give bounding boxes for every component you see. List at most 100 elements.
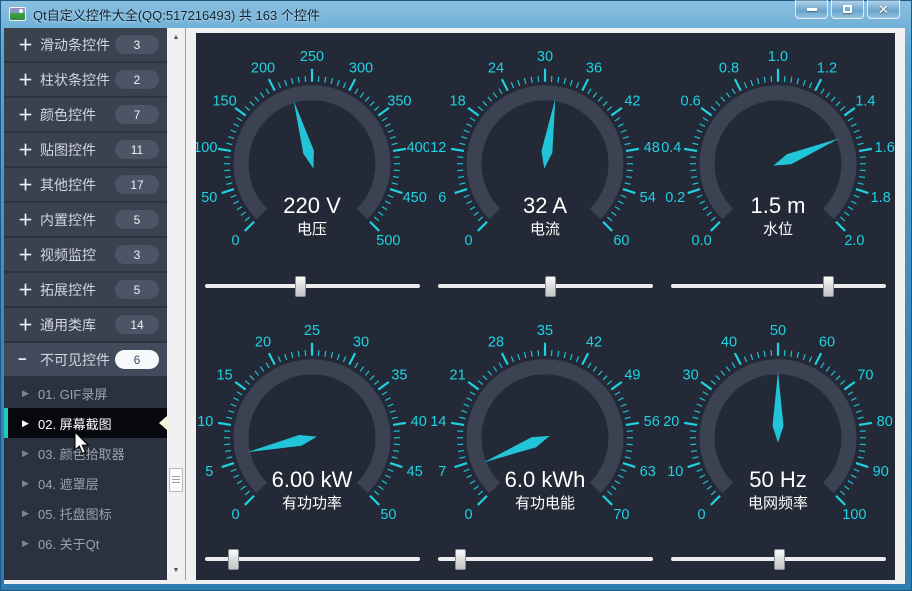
expand-icon: ＋ [18, 34, 40, 55]
window-title: Qt自定义控件大全(QQ:517216493) 共 163 个控件 [33, 5, 320, 24]
sidebar-group-10[interactable]: −不可见控件6 [4, 343, 167, 378]
svg-text:60: 60 [613, 233, 629, 249]
slider-handle[interactable] [455, 549, 466, 570]
count-badge: 3 [115, 245, 159, 264]
svg-text:30: 30 [683, 367, 699, 383]
slider-track[interactable] [438, 557, 653, 561]
gauge-value: 50 Hz [749, 466, 806, 491]
slider-voltage[interactable] [196, 265, 429, 307]
slider-handle[interactable] [295, 276, 306, 297]
svg-text:60: 60 [819, 334, 835, 350]
minimize-button[interactable] [795, 0, 828, 19]
svg-text:63: 63 [640, 464, 656, 480]
slider-current[interactable] [429, 265, 662, 307]
svg-text:1.4: 1.4 [855, 93, 875, 109]
slider-water-level[interactable] [662, 265, 895, 307]
item-arrow-icon: ▶ [22, 478, 38, 489]
slider-handle[interactable] [228, 549, 239, 570]
svg-text:35: 35 [391, 367, 407, 383]
slider-track[interactable] [205, 557, 420, 561]
titlebar: Qt自定义控件大全(QQ:517216493) 共 163 个控件 ✕ [0, 0, 912, 28]
svg-text:0.4: 0.4 [662, 140, 681, 156]
close-button[interactable]: ✕ [867, 0, 900, 19]
gauge-name: 有功功率 [282, 494, 342, 511]
slider-grid-frequency[interactable] [662, 538, 895, 580]
svg-text:42: 42 [586, 334, 602, 350]
slider-handle[interactable] [774, 549, 785, 570]
count-badge: 2 [115, 70, 159, 89]
svg-text:70: 70 [857, 367, 873, 383]
sidebar-group-1[interactable]: ＋滑动条控件3 [4, 28, 167, 63]
svg-text:90: 90 [873, 464, 889, 480]
item-arrow-icon: ▶ [22, 538, 38, 549]
svg-text:1.0: 1.0 [768, 49, 788, 65]
sidebar-item-6[interactable]: ▶06. 关于Qt [4, 528, 167, 558]
count-badge: 14 [115, 315, 159, 334]
expand-icon: ＋ [18, 174, 40, 195]
gauge-active-power: 051015202530354045506.00 kW有功功率 [196, 307, 429, 539]
svg-text:70: 70 [613, 507, 629, 523]
collapse-icon: − [18, 351, 40, 368]
sidebar-group-3[interactable]: ＋颜色控件7 [4, 98, 167, 133]
gauge-needle [773, 371, 784, 442]
sidebar-group-4[interactable]: ＋贴图控件11 [4, 133, 167, 168]
scrollbar-thumb[interactable] [169, 468, 183, 492]
sidebar-item-3[interactable]: ▶03. 颜色拾取器 [4, 438, 167, 468]
app-window: Qt自定义控件大全(QQ:517216493) 共 163 个控件 ✕ ＋滑动条… [0, 0, 912, 591]
slider-track[interactable] [671, 557, 886, 561]
item-label: 05. 托盘图标 [38, 504, 112, 523]
gauge-active-energy: 071421283542495663706.0 kWh有功电能 [429, 307, 662, 539]
sidebar-group-6[interactable]: ＋内置控件5 [4, 203, 167, 238]
gauge-needle [771, 133, 841, 170]
gauge-value: 6.0 kWh [505, 466, 586, 491]
item-label: 01. GIF录屏 [38, 384, 107, 403]
item-arrow-icon: ▶ [22, 448, 38, 459]
svg-text:24: 24 [488, 61, 504, 77]
slider-active-energy[interactable] [429, 538, 662, 580]
group-label: 拓展控件 [40, 280, 115, 300]
sidebar-item-2[interactable]: ▶02. 屏幕截图 [4, 408, 167, 438]
group-label: 贴图控件 [40, 140, 115, 160]
sidebar-group-7[interactable]: ＋视频监控3 [4, 238, 167, 273]
sidebar-item-5[interactable]: ▶05. 托盘图标 [4, 498, 167, 528]
svg-text:18: 18 [450, 93, 466, 109]
slider-track[interactable] [438, 284, 653, 288]
slider-track[interactable] [205, 284, 420, 288]
minimize-icon [807, 8, 817, 11]
svg-text:0: 0 [232, 507, 240, 523]
svg-text:10: 10 [667, 464, 683, 480]
sidebar-child-list: ▶01. GIF录屏▶02. 屏幕截图▶03. 颜色拾取器▶04. 遮罩层▶05… [4, 378, 167, 558]
sidebar-group-8[interactable]: ＋拓展控件5 [4, 273, 167, 308]
expand-icon: ＋ [18, 314, 40, 335]
svg-text:0: 0 [465, 233, 473, 249]
sidebar-group-5[interactable]: ＋其他控件17 [4, 168, 167, 203]
gauge-water-level: 0.00.20.40.60.81.01.21.41.61.82.01.5 m水位 [662, 33, 895, 265]
count-badge: 7 [115, 105, 159, 124]
maximize-button[interactable] [831, 0, 864, 19]
slider-handle[interactable] [823, 276, 834, 297]
sidebar-item-1[interactable]: ▶01. GIF录屏 [4, 378, 167, 408]
svg-text:50: 50 [770, 322, 786, 338]
expand-icon: ＋ [18, 244, 40, 265]
slider-handle[interactable] [545, 276, 556, 297]
sidebar-group-9[interactable]: ＋通用类库14 [4, 308, 167, 343]
gauge-name: 电网频率 [748, 494, 808, 511]
scroll-up-arrow-icon[interactable]: ▲ [167, 30, 185, 45]
sidebar-item-4[interactable]: ▶04. 遮罩层 [4, 468, 167, 498]
gauge-needle [539, 98, 561, 170]
svg-text:40: 40 [411, 413, 427, 429]
slider-track[interactable] [671, 284, 886, 288]
svg-text:20: 20 [663, 413, 679, 429]
svg-text:100: 100 [842, 507, 866, 523]
svg-text:150: 150 [212, 93, 236, 109]
scroll-down-arrow-icon[interactable]: ▼ [167, 563, 185, 578]
sidebar-scrollbar[interactable]: ▲ ▼ [167, 28, 186, 580]
gauge-needle [246, 431, 318, 457]
svg-text:50: 50 [380, 507, 396, 523]
slider-active-power[interactable] [196, 538, 429, 580]
sidebar-group-2[interactable]: ＋柱状条控件2 [4, 63, 167, 98]
svg-text:400: 400 [407, 140, 429, 156]
svg-text:500: 500 [376, 233, 400, 249]
svg-text:20: 20 [255, 334, 271, 350]
svg-text:14: 14 [430, 413, 446, 429]
